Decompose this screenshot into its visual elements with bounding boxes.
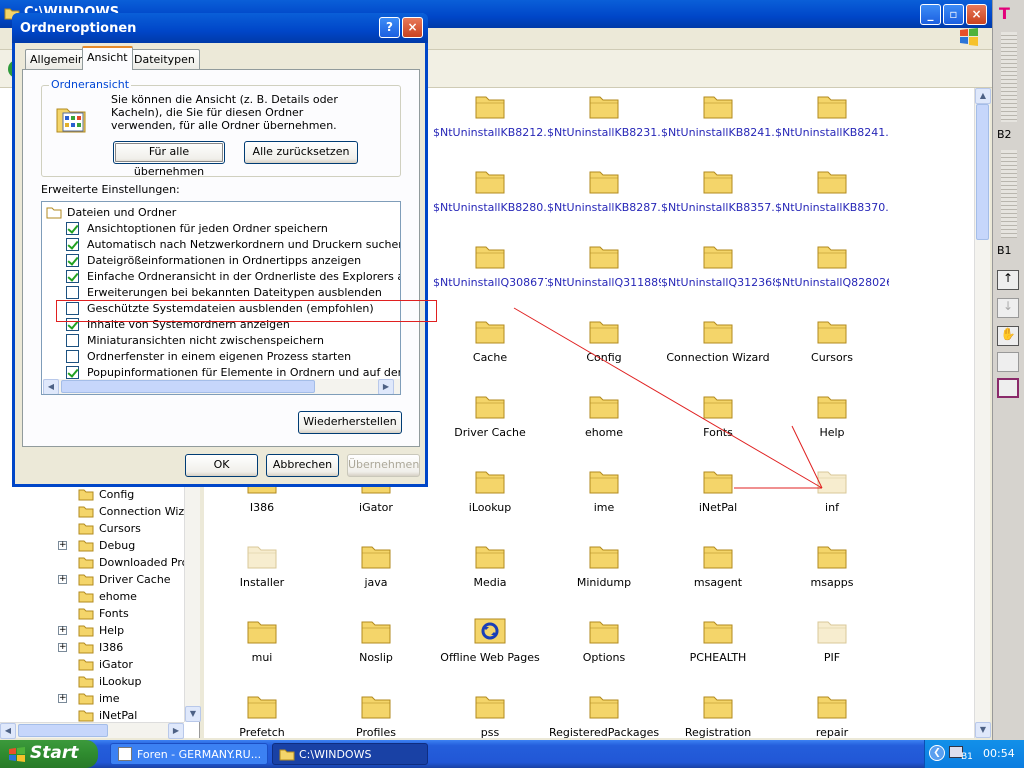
task-explorer-label: C:\WINDOWS (299, 748, 372, 761)
chevron-left-icon[interactable]: ❮ (929, 745, 945, 761)
task-browser[interactable]: Foren - GERMANY.RU... (110, 743, 268, 765)
system-tray: ❮ B1 00:54 (924, 740, 1024, 768)
task-explorer[interactable]: C:\WINDOWS (272, 743, 428, 765)
folder-icon (279, 749, 295, 761)
tray-label: B1 (961, 752, 973, 762)
task-browser-label: Foren - GERMANY.RU... (137, 748, 262, 761)
start-label: Start (30, 743, 79, 763)
browser-icon (118, 747, 132, 761)
clock[interactable]: 00:54 (983, 747, 1015, 760)
start-button[interactable]: Start (0, 740, 98, 768)
windows-logo-icon (9, 747, 25, 762)
annotation-arrow (513, 307, 823, 489)
tab-ansicht[interactable]: Ansicht (82, 46, 133, 70)
